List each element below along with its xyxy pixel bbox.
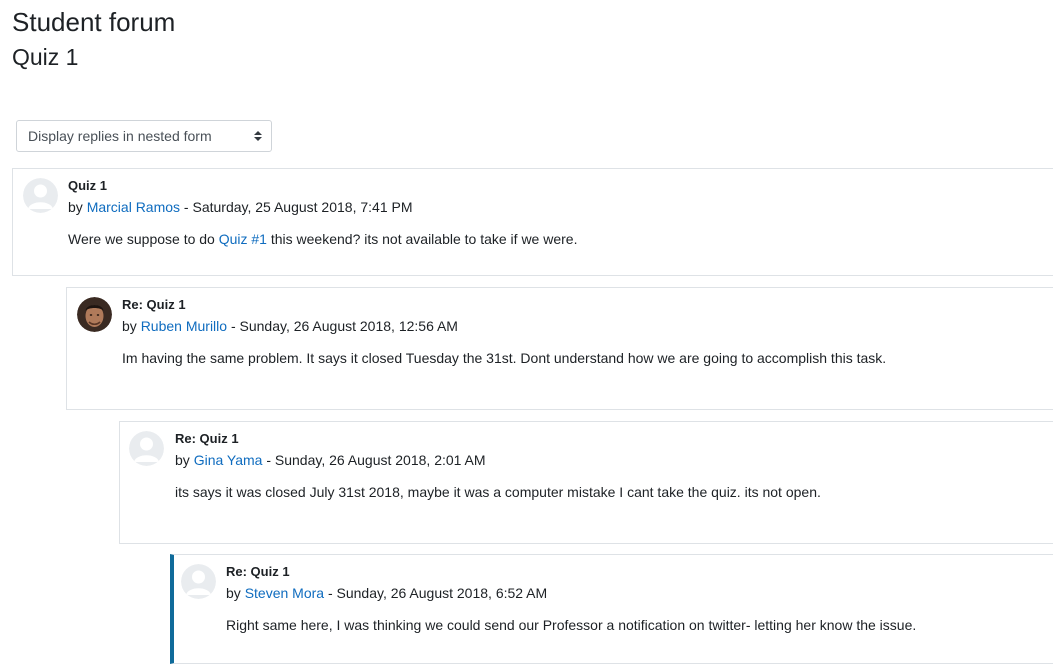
- post-byline: by Ruben Murillo - Sunday, 26 August 201…: [122, 318, 458, 334]
- display-mode-select[interactable]: Display replies in nested form: [16, 120, 272, 152]
- post-date: - Sunday, 26 August 2018, 6:52 AM: [324, 585, 548, 601]
- default-user-icon: [23, 178, 58, 213]
- post-date: - Saturday, 25 August 2018, 7:41 PM: [180, 199, 413, 215]
- forum-post: Re: Quiz 1 by Ruben Murillo - Sunday, 26…: [66, 287, 1053, 410]
- page-title: Student forum: [12, 7, 176, 37]
- post-subject: Re: Quiz 1: [226, 564, 290, 579]
- forum-post: Quiz 1 by Marcial Ramos - Saturday, 25 A…: [12, 168, 1053, 276]
- post-subject: Re: Quiz 1: [175, 431, 239, 446]
- post-byline: by Steven Mora - Sunday, 26 August 2018,…: [226, 585, 547, 601]
- by-label: by: [175, 452, 190, 468]
- select-arrows-icon: [254, 131, 262, 141]
- post-byline: by Gina Yama - Sunday, 26 August 2018, 2…: [175, 452, 486, 468]
- post-message: Were we suppose to do Quiz #1 this weeke…: [68, 231, 577, 247]
- message-text-end: this weekend? its not available to take …: [266, 231, 578, 247]
- default-user-icon: [181, 564, 216, 599]
- author-link[interactable]: Gina Yama: [194, 452, 263, 468]
- forum-post-highlighted: Re: Quiz 1 by Steven Mora - Sunday, 26 A…: [170, 554, 1053, 664]
- post-byline: by Marcial Ramos - Saturday, 25 August 2…: [68, 199, 413, 215]
- author-link[interactable]: Marcial Ramos: [87, 199, 180, 215]
- post-message: Im having the same problem. It says it c…: [122, 350, 887, 366]
- user-photo: [77, 297, 112, 332]
- post-subject: Quiz 1: [68, 178, 108, 193]
- message-text: Were we suppose to do: [68, 231, 219, 247]
- by-label: by: [122, 318, 137, 334]
- default-user-icon: [129, 431, 164, 466]
- discussion-title: Quiz 1: [12, 44, 79, 70]
- post-date: - Sunday, 26 August 2018, 12:56 AM: [227, 318, 458, 334]
- quiz-link[interactable]: Quiz #1: [219, 231, 267, 247]
- by-label: by: [226, 585, 241, 601]
- author-link[interactable]: Ruben Murillo: [141, 318, 227, 334]
- forum-post: Re: Quiz 1 by Gina Yama - Sunday, 26 Aug…: [119, 421, 1053, 544]
- by-label: by: [68, 199, 83, 215]
- post-subject: Re: Quiz 1: [122, 297, 186, 312]
- author-link[interactable]: Steven Mora: [245, 585, 324, 601]
- post-message: its says it was closed July 31st 2018, m…: [175, 484, 821, 500]
- post-message: Right same here, I was thinking we could…: [226, 617, 917, 633]
- post-date: - Sunday, 26 August 2018, 2:01 AM: [262, 452, 486, 468]
- display-mode-value: Display replies in nested form: [28, 128, 212, 144]
